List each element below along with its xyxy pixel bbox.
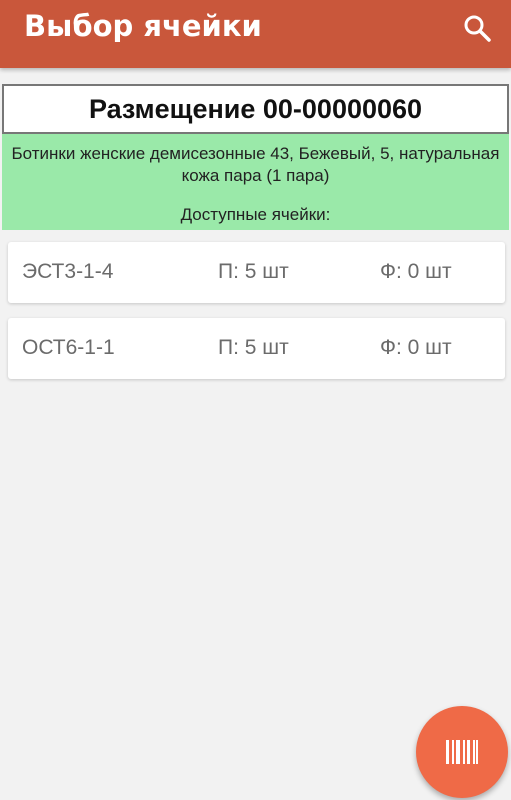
cell-fact-quantity: Ф: 0 шт [380, 336, 452, 359]
product-description: Ботинки женские демисезонные 43, Бежевый… [11, 144, 500, 185]
app-bar-title: Выбор ячейки [24, 9, 262, 43]
document-info: Ботинки женские демисезонные 43, Бежевый… [2, 134, 509, 230]
cell-list-item[interactable]: ОСТ6-1-1 П: 5 шт Ф: 0 шт [8, 318, 505, 379]
cell-list-item[interactable]: ЭСТ3-1-4 П: 5 шт Ф: 0 шт [8, 242, 505, 303]
cell-name: ОСТ6-1-1 [22, 336, 115, 359]
available-cells-label: Доступные ячейки: [180, 205, 331, 224]
cell-name: ЭСТ3-1-4 [22, 260, 114, 283]
barcode-icon [446, 740, 478, 764]
scan-barcode-button[interactable] [416, 706, 508, 798]
document-title: Размещение 00-00000060 [2, 84, 509, 134]
app-bar: Выбор ячейки [0, 0, 511, 68]
cell-plan-quantity: П: 5 шт [218, 336, 289, 359]
search-icon [464, 15, 491, 42]
search-button[interactable] [455, 6, 499, 50]
document-header: Размещение 00-00000060 Ботинки женские д… [0, 84, 511, 234]
cell-plan-quantity: П: 5 шт [218, 260, 289, 283]
cell-fact-quantity: Ф: 0 шт [380, 260, 452, 283]
